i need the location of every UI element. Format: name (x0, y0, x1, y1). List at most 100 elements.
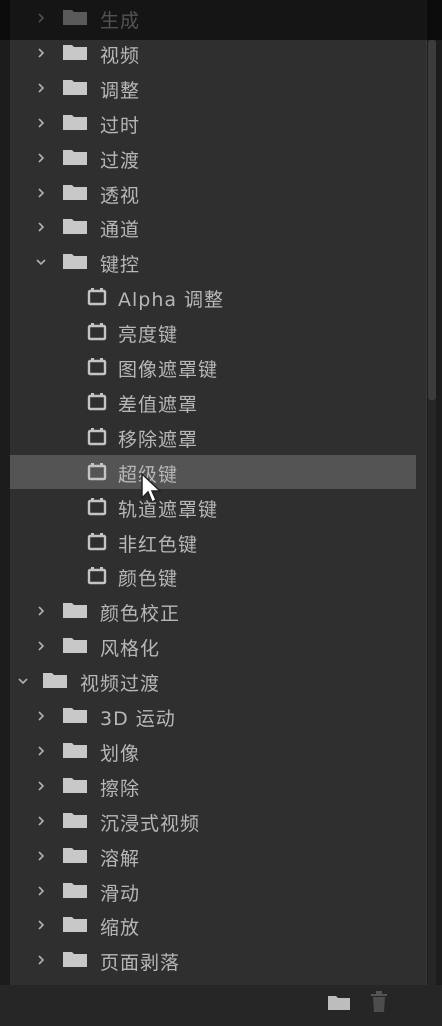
tree-folder-row[interactable]: 调整 (10, 71, 416, 105)
tree-item-label: 亮度键 (118, 324, 179, 347)
tree-item-label: 调整 (100, 79, 141, 102)
mouse-cursor (141, 472, 162, 504)
tree-item-label: 风格化 (100, 638, 161, 661)
chevron-down-icon[interactable] (36, 257, 46, 267)
tree-item-label: 通道 (100, 219, 141, 242)
tree-folder-row[interactable]: 视频 (10, 36, 416, 70)
chevron-right-icon[interactable] (36, 955, 46, 965)
tree-item-label: 缩放 (100, 917, 141, 940)
tree-folder-row[interactable]: 颜色校正 (10, 594, 416, 628)
chevron-right-icon[interactable] (36, 606, 46, 616)
folder-icon (63, 742, 87, 758)
folder-icon[interactable] (327, 993, 351, 1011)
tree-item-label: 移除遮罩 (118, 428, 199, 451)
tree-effect-row[interactable]: 超级键 (10, 454, 416, 489)
tree-item-label: 过渡 (100, 149, 141, 172)
folder-icon (63, 149, 87, 165)
tree-item-label: 过时 (100, 114, 141, 137)
tree-folder-row[interactable]: 沉浸式视频 (10, 804, 416, 838)
effect-preset-icon (87, 532, 107, 550)
effect-preset-icon (87, 358, 107, 376)
tree-effect-row[interactable]: 轨道遮罩键 (10, 490, 416, 524)
trash-icon[interactable] (370, 991, 388, 1013)
effect-preset-icon (87, 392, 107, 411)
effect-preset-icon (87, 497, 107, 515)
tree-item-label: 擦除 (100, 777, 141, 800)
chevron-right-icon[interactable] (36, 711, 46, 721)
tree-folder-row[interactable]: 3D 运动 (10, 699, 416, 733)
tree-folder-row[interactable]: 溶解 (10, 839, 416, 873)
tree-item-label: 沉浸式视频 (100, 812, 201, 835)
chevron-right-icon[interactable] (36, 48, 46, 58)
folder-icon (63, 638, 87, 654)
tree-folder-row[interactable]: 滑动 (10, 874, 416, 908)
folder-icon (63, 79, 87, 95)
chevron-right-icon[interactable] (36, 920, 46, 930)
top-overlay (0, 0, 442, 40)
tree-effect-row[interactable]: 亮度键 (10, 315, 416, 349)
tree-folder-row[interactable]: 擦除 (10, 769, 416, 803)
folder-icon (63, 882, 87, 898)
tree-item-label: 滑动 (100, 882, 141, 905)
chevron-right-icon[interactable] (36, 746, 46, 756)
tree-effect-row[interactable]: Alpha 调整 (10, 280, 416, 314)
tree-item-label: 非红色键 (118, 533, 199, 556)
tree-folder-row[interactable]: 过时 (10, 106, 416, 140)
tree-folder-row[interactable]: 透视 (10, 176, 416, 210)
chevron-right-icon[interactable] (36, 851, 46, 861)
effect-preset-icon (87, 323, 107, 341)
tree-item-label: 图像遮罩键 (118, 359, 219, 381)
scrollbar-thumb[interactable] (428, 40, 436, 400)
tree-folder-row[interactable]: 划像 (10, 734, 416, 768)
tree-item-label: 3D 运动 (100, 708, 176, 730)
chevron-right-icon[interactable] (36, 816, 46, 826)
chevron-right-icon[interactable] (36, 118, 46, 128)
tree-effect-row[interactable]: 颜色键 (10, 559, 416, 593)
folder-icon (63, 603, 87, 619)
folder-icon (43, 673, 67, 689)
folder-icon (63, 708, 87, 723)
folder-icon (63, 952, 87, 968)
effect-preset-icon (87, 567, 107, 585)
folder-icon (63, 847, 87, 863)
tree-folder-row[interactable]: 视频过渡 (10, 664, 416, 698)
chevron-right-icon[interactable] (36, 187, 46, 198)
chevron-right-icon[interactable] (36, 222, 46, 232)
tree-folder-row[interactable]: 过渡 (10, 141, 416, 175)
tree-folder-row[interactable]: 缩放 (10, 908, 416, 942)
effect-preset-icon (87, 288, 107, 306)
tree-effect-row[interactable]: 移除遮罩 (10, 420, 416, 454)
tree-item-label: 颜色键 (118, 568, 179, 591)
chevron-right-icon[interactable] (36, 641, 46, 651)
chevron-right-icon[interactable] (36, 885, 46, 896)
chevron-right-icon[interactable] (36, 153, 46, 163)
footer-toolbar (0, 985, 442, 1026)
tree-item-label: 键控 (100, 254, 141, 277)
chevron-down-icon[interactable] (18, 676, 28, 686)
tree-effect-row[interactable]: 差值遮罩 (10, 385, 416, 419)
tree-folder-row[interactable]: 风格化 (10, 629, 416, 663)
tree-effect-row[interactable]: 非红色键 (10, 525, 416, 559)
effects-window: 生成视频调整过时过渡透视通道键控Alpha 调整亮度键图像遮罩键差值遮罩移除遮罩… (0, 0, 442, 1026)
tree-item-label: 溶解 (100, 847, 141, 870)
chevron-right-icon[interactable] (36, 83, 46, 93)
folder-icon (63, 777, 87, 793)
tree-item-label: 颜色校正 (100, 603, 181, 626)
tree-item-label: Alpha 调整 (118, 289, 225, 312)
tree-folder-row[interactable]: 页面剥落 (10, 943, 416, 977)
tree-folder-row[interactable]: 通道 (10, 210, 416, 244)
effects-tree-panel: 生成视频调整过时过渡透视通道键控Alpha 调整亮度键图像遮罩键差值遮罩移除遮罩… (10, 0, 427, 1018)
chevron-right-icon[interactable] (36, 781, 46, 791)
tree-item-label: 透视 (100, 184, 141, 207)
tree-item-label: 页面剥落 (100, 952, 181, 975)
tree-effect-row[interactable]: 图像遮罩键 (10, 350, 416, 384)
effect-preset-icon (87, 427, 107, 445)
tree-item-label: 视频过渡 (80, 673, 161, 696)
effect-preset-icon (87, 462, 107, 480)
tree-item-label: 轨道遮罩键 (118, 498, 219, 521)
folder-icon (63, 254, 87, 270)
folder-icon (63, 812, 87, 828)
folder-icon (63, 917, 87, 933)
tree-folder-row[interactable]: 键控 (10, 245, 416, 279)
folder-icon (63, 114, 87, 130)
